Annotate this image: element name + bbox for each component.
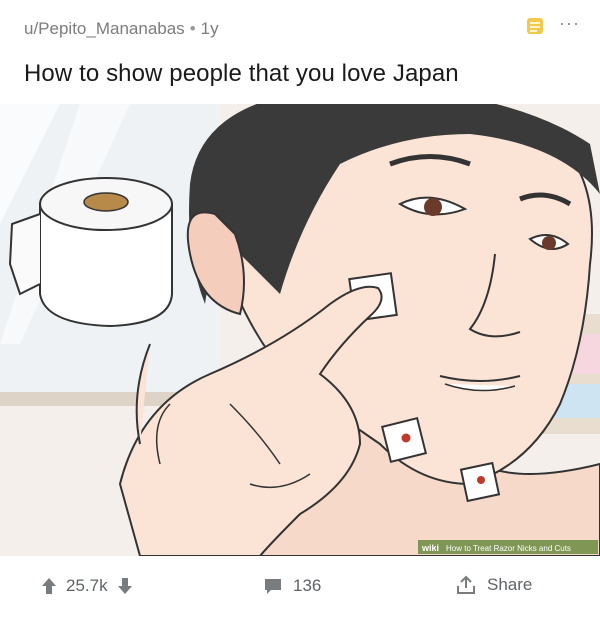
post-image[interactable]: wiki How to Treat Razor Nicks and Cuts	[0, 104, 600, 556]
reddit-post-card: u/Pepito_Mananabas • 1y ··· How to show …	[0, 0, 600, 617]
share-label: Share	[487, 575, 533, 594]
downvote-arrow-icon[interactable]	[116, 576, 134, 596]
post-title[interactable]: How to show people that you love Japan	[24, 60, 580, 88]
share-button[interactable]: Share	[455, 574, 532, 596]
upvote-arrow-icon[interactable]	[40, 576, 58, 596]
svg-text:How to Treat Razor Nicks and C: How to Treat Razor Nicks and Cuts	[446, 544, 571, 553]
more-options-icon[interactable]: ···	[559, 14, 580, 32]
vote-controls: 25.7k	[40, 576, 134, 596]
post-illustration: wiki How to Treat Razor Nicks and Cuts	[0, 104, 600, 556]
meta-separator: •	[189, 19, 196, 38]
post-age: 1y	[200, 19, 219, 38]
post-header: u/Pepito_Mananabas • 1y ···	[24, 14, 580, 44]
award-icon[interactable]	[525, 16, 545, 36]
comment-count: 136	[293, 576, 322, 595]
svg-text:wiki: wiki	[421, 543, 439, 553]
post-meta: u/Pepito_Mananabas • 1y	[24, 19, 219, 39]
post-action-bar: 25.7k 136 Share	[0, 556, 600, 617]
tissue-patch-chin	[459, 461, 501, 503]
vote-score: 25.7k	[66, 576, 108, 595]
tissue-patch-jaw	[380, 416, 428, 464]
share-icon	[457, 575, 475, 594]
image-watermark: wiki How to Treat Razor Nicks and Cuts	[418, 540, 598, 554]
comment-bubble-icon	[265, 579, 281, 594]
comments-button[interactable]: 136	[263, 576, 321, 596]
author-link[interactable]: u/Pepito_Mananabas	[24, 19, 185, 39]
header-actions: ···	[525, 14, 580, 36]
